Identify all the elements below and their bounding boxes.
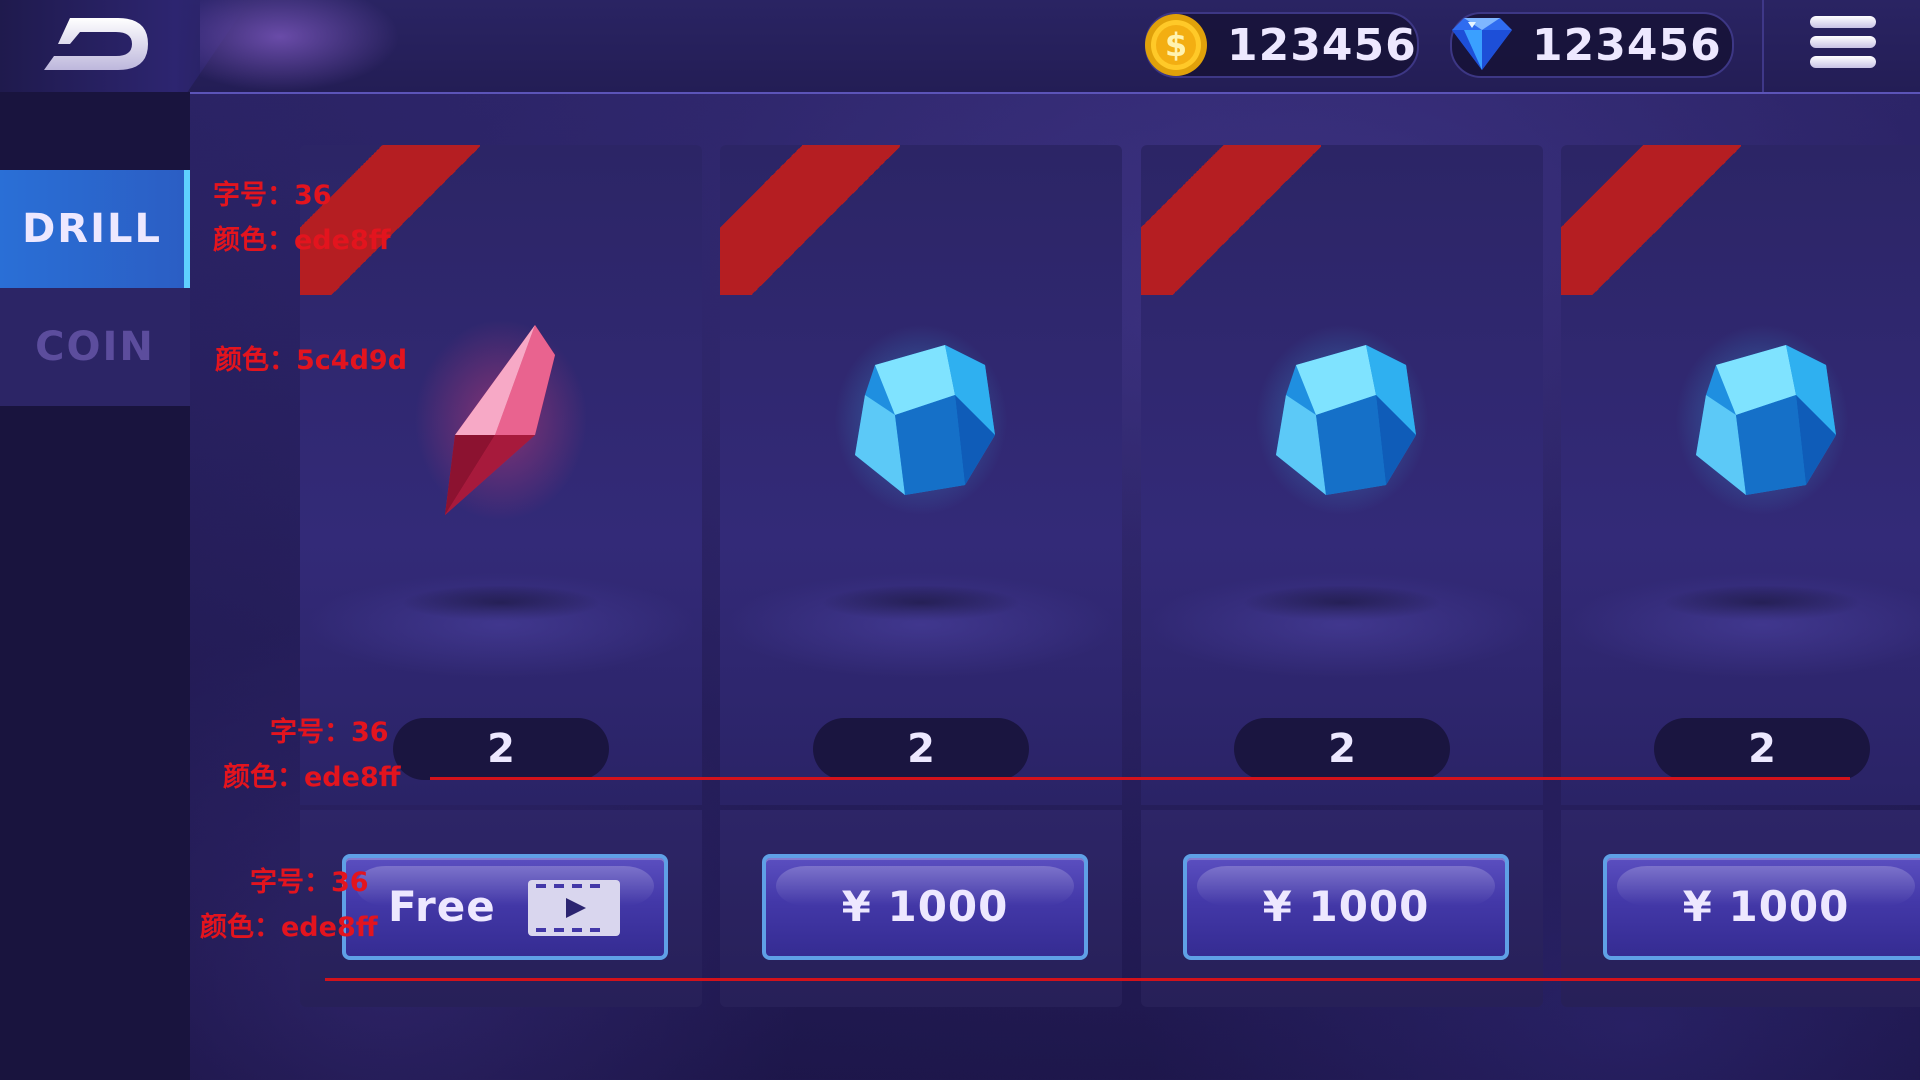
header-divider bbox=[1762, 0, 1764, 92]
quantity-badge: 2 bbox=[813, 718, 1029, 780]
gem-balance: 123456 bbox=[1450, 12, 1734, 78]
shop-card: 2 ¥ 1000 bbox=[1561, 145, 1920, 1007]
corner-ribbon bbox=[1141, 145, 1321, 295]
item-shadow bbox=[1242, 585, 1442, 621]
quantity-badge: 2 bbox=[1234, 718, 1450, 780]
svg-text:$: $ bbox=[1165, 26, 1187, 64]
category-sidebar: DRILL COIN bbox=[0, 92, 190, 1080]
shop-card: 2 ¥ 1000 bbox=[1141, 145, 1543, 1007]
corner-ribbon bbox=[1561, 145, 1741, 295]
free-video-button[interactable]: Free bbox=[342, 854, 668, 960]
blue-gem-icon bbox=[1256, 325, 1428, 515]
coin-balance: $ 123456 bbox=[1145, 12, 1419, 78]
corner-ribbon bbox=[720, 145, 900, 295]
quantity-badge: 2 bbox=[393, 718, 609, 780]
menu-icon[interactable] bbox=[1810, 16, 1876, 80]
top-bar: $ 123456 123456 bbox=[0, 0, 1920, 94]
annotation-color: 颜色：ede8ff bbox=[213, 225, 391, 256]
item-shadow bbox=[1662, 585, 1862, 621]
annotation-inactive-color: 颜色：5c4d9d bbox=[215, 345, 408, 376]
blue-gem-icon bbox=[1676, 325, 1848, 515]
buy-button[interactable]: ¥ 1000 bbox=[762, 854, 1088, 960]
back-logo-icon bbox=[44, 18, 148, 70]
buy-button[interactable]: ¥ 1000 bbox=[1603, 854, 1920, 960]
item-shadow bbox=[401, 585, 601, 621]
card-display: 2 bbox=[1561, 145, 1920, 805]
buy-label: ¥ 1000 bbox=[841, 882, 1009, 931]
blue-gem-icon bbox=[835, 325, 1007, 515]
quantity-badge: 2 bbox=[1654, 718, 1870, 780]
annotation-btn-color: 颜色：ede8ff bbox=[200, 912, 378, 943]
tab-drill[interactable]: DRILL bbox=[0, 170, 190, 288]
shop-card: 2 ¥ 1000 bbox=[720, 145, 1122, 1007]
tab-coin[interactable]: COIN bbox=[0, 288, 190, 406]
annotation-qty-color: 颜色：ede8ff bbox=[223, 762, 401, 793]
card-display: 2 bbox=[1141, 145, 1543, 805]
annotation-guide-line bbox=[430, 777, 1850, 780]
coin-amount: 123456 bbox=[1227, 20, 1417, 71]
gem-amount: 123456 bbox=[1532, 20, 1722, 71]
annotation-font-size: 字号：36 bbox=[213, 180, 332, 211]
buy-label: ¥ 1000 bbox=[1262, 882, 1430, 931]
buy-button[interactable]: ¥ 1000 bbox=[1183, 854, 1509, 960]
buy-label: ¥ 1000 bbox=[1682, 882, 1850, 931]
red-crystal-icon bbox=[415, 320, 587, 520]
annotation-guide-line bbox=[325, 978, 1920, 981]
annotation-btn-size: 字号：36 bbox=[250, 867, 369, 898]
item-shadow bbox=[821, 585, 1021, 621]
diamond-icon bbox=[1452, 18, 1512, 70]
card-display: 2 bbox=[720, 145, 1122, 805]
buy-label: Free bbox=[388, 882, 496, 931]
back-button[interactable] bbox=[0, 0, 250, 92]
annotation-qty-size: 字号：36 bbox=[270, 717, 389, 748]
video-play-icon bbox=[528, 880, 620, 936]
gold-coin-icon: $ bbox=[1145, 14, 1207, 76]
